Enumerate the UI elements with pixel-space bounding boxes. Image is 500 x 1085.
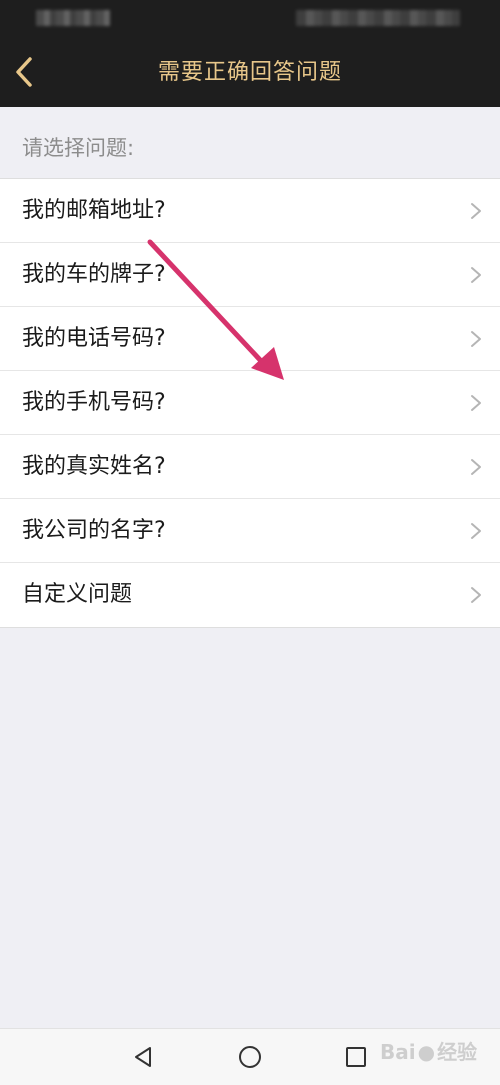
question-item-email[interactable]: 我的邮箱地址? (0, 179, 500, 243)
question-item-phone-number[interactable]: 我的电话号码? (0, 307, 500, 371)
paw-icon: ● (417, 1040, 436, 1064)
watermark-text-2: 经验 (437, 1040, 478, 1064)
square-recent-icon (346, 1047, 366, 1067)
chevron-right-icon (471, 395, 481, 411)
chevron-right-icon (471, 203, 481, 219)
question-item-mobile-number[interactable]: 我的手机号码? (0, 371, 500, 435)
circle-home-icon (239, 1046, 261, 1068)
status-bar-left-blurred (36, 10, 110, 26)
question-label: 我的车的牌子? (22, 262, 166, 287)
question-item-car-brand[interactable]: 我的车的牌子? (0, 243, 500, 307)
nav-recent-button[interactable] (340, 1041, 372, 1073)
page-title: 需要正确回答问题 (157, 60, 342, 85)
chevron-right-icon (471, 331, 481, 347)
question-label: 我的邮箱地址? (22, 198, 166, 223)
question-label: 我的真实姓名? (22, 454, 166, 479)
chevron-right-icon (471, 587, 481, 603)
question-item-real-name[interactable]: 我的真实姓名? (0, 435, 500, 499)
nav-back-button[interactable] (127, 1041, 159, 1073)
question-label: 自定义问题 (22, 582, 133, 607)
question-label: 我的电话号码? (22, 326, 166, 351)
question-list: 我的邮箱地址? 我的车的牌子? 我的电话号码? 我的手机号码? 我的真实姓名? … (0, 178, 500, 628)
app-header: 需要正确回答问题 (0, 0, 500, 107)
section-label: 请选择问题: (22, 136, 135, 160)
question-item-company-name[interactable]: 我公司的名字? (0, 499, 500, 563)
chevron-right-icon (471, 459, 481, 475)
triangle-back-icon (135, 1047, 151, 1067)
chevron-right-icon (471, 267, 481, 283)
question-item-custom[interactable]: 自定义问题 (0, 563, 500, 627)
question-label: 我公司的名字? (22, 518, 166, 543)
chevron-right-icon (471, 523, 481, 539)
question-label: 我的手机号码? (22, 390, 166, 415)
watermark: Bai ● 经验 (380, 1036, 477, 1065)
status-bar-right-blurred (296, 10, 460, 26)
watermark-text: Bai (380, 1040, 416, 1064)
nav-home-button[interactable] (234, 1041, 266, 1073)
